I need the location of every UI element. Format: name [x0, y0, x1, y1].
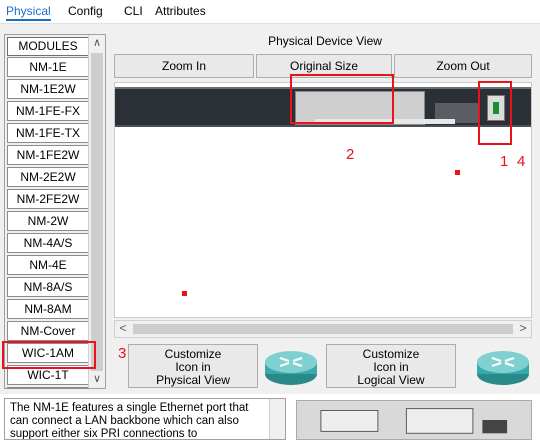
- annotation-box-power: [478, 81, 512, 145]
- module-item[interactable]: NM-1FE-FX: [7, 101, 89, 121]
- scroll-thumb[interactable]: [91, 53, 103, 371]
- module-item[interactable]: NM-1FE-TX: [7, 123, 89, 143]
- btn-line: Logical View: [357, 373, 425, 387]
- customize-physical-icon-button[interactable]: Customize Icon in Physical View: [128, 344, 258, 388]
- scroll-up-icon[interactable]: ∧: [89, 35, 105, 52]
- scroll-left-icon[interactable]: <: [115, 321, 131, 337]
- module-item[interactable]: NM-8A/S: [7, 277, 89, 297]
- annotation-label-1: 1: [500, 153, 509, 170]
- tab-bar: Physical Config CLI Attributes: [0, 0, 540, 24]
- module-item[interactable]: [7, 387, 89, 389]
- physical-tab-panel: MODULES NM-1E NM-1E2W NM-1FE-FX NM-1FE-T…: [0, 24, 540, 394]
- tab-physical[interactable]: Physical: [6, 3, 51, 21]
- module-item[interactable]: NM-4E: [7, 255, 89, 275]
- modules-scrollbar[interactable]: ∧ ∨: [88, 35, 105, 388]
- tab-cli[interactable]: CLI: [124, 3, 143, 21]
- annotation-box-slot: [290, 74, 394, 124]
- modules-header: MODULES: [7, 37, 89, 56]
- physical-device-view-title: Physical Device View: [268, 34, 382, 48]
- router-icon: [477, 351, 529, 385]
- annotation-mark: [455, 170, 460, 175]
- description-scrollbar[interactable]: [269, 399, 285, 439]
- annotation-label-4: 4: [517, 153, 526, 170]
- btn-line: Physical View: [156, 373, 230, 387]
- modules-list: MODULES NM-1E NM-1E2W NM-1FE-FX NM-1FE-T…: [4, 34, 106, 389]
- annotation-label-2: 2: [346, 146, 355, 163]
- module-item[interactable]: NM-Cover: [7, 321, 89, 341]
- module-item[interactable]: NM-2FE2W: [7, 189, 89, 209]
- tab-attributes[interactable]: Attributes: [155, 3, 206, 21]
- router-icon: [265, 351, 317, 385]
- module-item[interactable]: NM-8AM: [7, 299, 89, 319]
- module-description: The NM-1E features a single Ethernet por…: [4, 398, 286, 440]
- module-item[interactable]: NM-2E2W: [7, 167, 89, 187]
- annotation-mark: [182, 291, 187, 296]
- zoom-out-button[interactable]: Zoom Out: [394, 54, 532, 78]
- module-item[interactable]: NM-1E: [7, 57, 89, 77]
- module-item[interactable]: NM-4A/S: [7, 233, 89, 253]
- module-preview-image: [296, 400, 532, 440]
- module-item[interactable]: NM-1E2W: [7, 79, 89, 99]
- customize-logical-icon-button[interactable]: Customize Icon in Logical View: [326, 344, 456, 388]
- scroll-thumb[interactable]: [133, 324, 513, 334]
- annotation-label-3: 3: [118, 345, 127, 362]
- scroll-down-icon[interactable]: ∨: [89, 371, 105, 388]
- viewport-hscrollbar[interactable]: < >: [114, 320, 532, 338]
- annotation-box-module: [2, 341, 96, 369]
- tab-config[interactable]: Config: [68, 3, 103, 21]
- scroll-right-icon[interactable]: >: [515, 321, 531, 337]
- module-item[interactable]: NM-1FE2W: [7, 145, 89, 165]
- module-item[interactable]: NM-2W: [7, 211, 89, 231]
- zoom-in-button[interactable]: Zoom In: [114, 54, 254, 78]
- description-text: The NM-1E features a single Ethernet por…: [10, 402, 249, 440]
